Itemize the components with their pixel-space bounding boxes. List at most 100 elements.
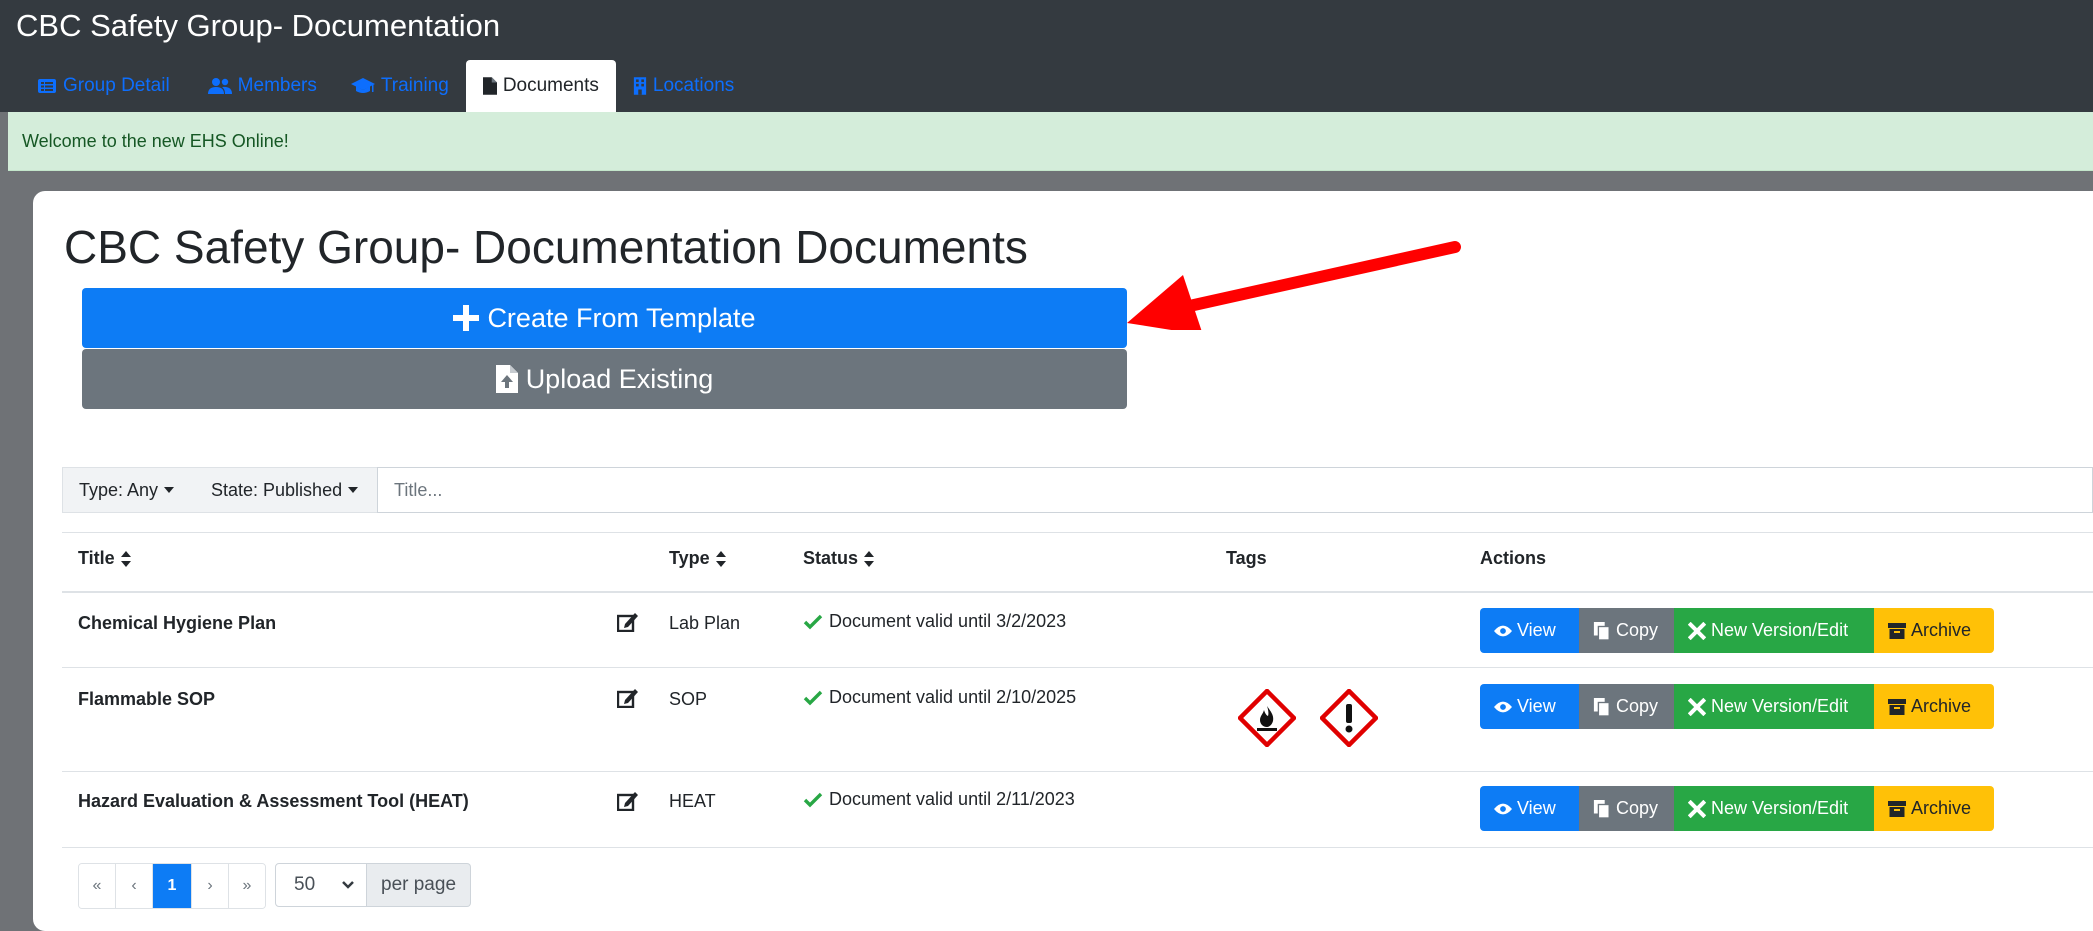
top-navbar: CBC Safety Group- Documentation Group De…	[0, 0, 2093, 112]
status-text: Document valid until 2/11/2023	[829, 789, 1075, 809]
tab-label: Training	[380, 75, 449, 96]
last-page-button[interactable]: »	[229, 864, 265, 908]
archive-label: Archive	[1911, 696, 1972, 716]
row-status: Document valid until 3/2/2023	[803, 611, 1066, 632]
view-label: View	[1517, 620, 1556, 640]
status-text: Document valid until 2/10/2025	[829, 687, 1077, 707]
prev-page-button[interactable]: ‹	[116, 864, 153, 908]
title-placeholder: Title...	[394, 479, 443, 500]
copy-label: Copy	[1616, 620, 1659, 640]
tab-label: Group Detail	[63, 75, 170, 96]
sort-icon	[715, 550, 726, 567]
column-header-label: Actions	[1480, 548, 1547, 568]
sort-icon	[864, 550, 875, 567]
file-upload-icon	[495, 365, 518, 393]
table-header-border	[62, 591, 2093, 593]
new-version-edit-label: New Version/Edit	[1711, 798, 1849, 818]
eye-icon	[1494, 701, 1512, 712]
state-filter-dropdown[interactable]: State: Published	[211, 468, 359, 512]
tools-icon	[1688, 799, 1706, 818]
archive-button[interactable]: Archive	[1874, 608, 1994, 653]
copy-label: Copy	[1616, 798, 1659, 818]
upload-existing-button[interactable]: Upload Existing	[82, 349, 1127, 409]
pagination: « ‹ 1 › »	[78, 863, 266, 909]
new-version-edit-label: New Version/Edit	[1711, 696, 1849, 716]
first-page-button[interactable]: «	[79, 864, 116, 908]
view-button[interactable]: View	[1480, 786, 1579, 831]
column-header-tags: Tags	[1226, 548, 1267, 569]
welcome-alert: Welcome to the new EHS Online!	[8, 112, 2093, 171]
upload-label: Upload Existing	[525, 363, 714, 394]
column-header-label: Type	[669, 548, 710, 568]
column-header-label: Tags	[1226, 548, 1267, 568]
current-page-button[interactable]: 1	[153, 864, 192, 908]
column-header-type[interactable]: Type	[669, 548, 726, 569]
per-page-label: per page	[367, 863, 472, 907]
copy-icon	[1593, 799, 1610, 818]
column-header-title[interactable]: Title	[78, 548, 131, 569]
state-filter-label: State: Published	[211, 479, 343, 500]
copy-button[interactable]: Copy	[1579, 684, 1674, 729]
tab-label: Documents	[502, 75, 599, 96]
type-filter-dropdown[interactable]: Type: Any	[79, 468, 175, 512]
edit-icon[interactable]	[617, 688, 639, 708]
new-version-edit-button[interactable]: New Version/Edit	[1674, 684, 1874, 729]
create-from-template-button[interactable]: Create From Template	[82, 288, 1127, 348]
archive-icon	[1888, 622, 1906, 639]
view-button[interactable]: View	[1480, 608, 1579, 653]
type-filter-label: Type: Any	[79, 479, 159, 500]
tab-members[interactable]: Members	[191, 60, 334, 112]
copy-icon	[1593, 621, 1610, 640]
exclamation-hazard-icon	[1320, 689, 1378, 747]
tab-documents[interactable]: Documents	[465, 60, 616, 112]
page-title: CBC Safety Group- Documentation Document…	[64, 221, 1028, 273]
row-divider	[62, 847, 2093, 848]
view-button[interactable]: View	[1480, 684, 1579, 729]
next-page-button[interactable]: ›	[192, 864, 229, 908]
tab-locations[interactable]: Locations	[616, 60, 751, 112]
copy-button[interactable]: Copy	[1579, 608, 1674, 653]
edit-icon[interactable]	[617, 612, 639, 632]
chevron-down-icon	[342, 881, 354, 889]
archive-button[interactable]: Archive	[1874, 684, 1994, 729]
table-top-border	[62, 532, 2093, 533]
row-type: Lab Plan	[669, 613, 741, 633]
view-label: View	[1517, 798, 1556, 818]
check-icon	[803, 614, 823, 629]
new-version-edit-button[interactable]: New Version/Edit	[1674, 786, 1874, 831]
per-page-value: 50	[294, 874, 316, 895]
caret-down-icon	[348, 487, 359, 493]
archive-icon	[1888, 698, 1906, 715]
row-title: Flammable SOP	[78, 689, 216, 709]
file-icon	[482, 77, 497, 95]
eye-icon	[1494, 625, 1512, 636]
flammable-hazard-icon	[1238, 689, 1296, 747]
new-version-edit-button[interactable]: New Version/Edit	[1674, 608, 1874, 653]
row-status: Document valid until 2/10/2025	[803, 687, 1076, 708]
per-page-select[interactable]: 50	[275, 863, 367, 907]
archive-label: Archive	[1911, 798, 1972, 818]
app-title: CBC Safety Group- Documentation	[16, 8, 501, 43]
column-header-status[interactable]: Status	[803, 548, 875, 569]
tab-bar: Group Detail Members Training Documents …	[20, 60, 751, 112]
new-version-edit-label: New Version/Edit	[1711, 620, 1849, 640]
tab-label: Locations	[652, 75, 735, 96]
copy-button[interactable]: Copy	[1579, 786, 1674, 831]
graduation-cap-icon	[350, 78, 375, 93]
archive-button[interactable]: Archive	[1874, 786, 1994, 831]
archive-icon	[1888, 800, 1906, 817]
sort-icon	[120, 550, 131, 567]
tools-icon	[1688, 621, 1706, 640]
row-type: SOP	[669, 689, 708, 709]
building-icon	[633, 77, 647, 95]
edit-icon[interactable]	[617, 791, 639, 811]
check-icon	[803, 690, 823, 705]
column-header-actions: Actions	[1480, 548, 1546, 569]
tab-training[interactable]: Training	[334, 60, 466, 112]
create-label: Create From Template	[487, 302, 756, 333]
alert-text: Welcome to the new EHS Online!	[22, 130, 289, 151]
archive-label: Archive	[1911, 620, 1972, 640]
row-actions: View Copy New Version/Edit Archive	[1480, 786, 1994, 831]
tab-group-detail[interactable]: Group Detail	[20, 60, 187, 112]
title-search-input[interactable]: Title...	[377, 467, 2093, 513]
